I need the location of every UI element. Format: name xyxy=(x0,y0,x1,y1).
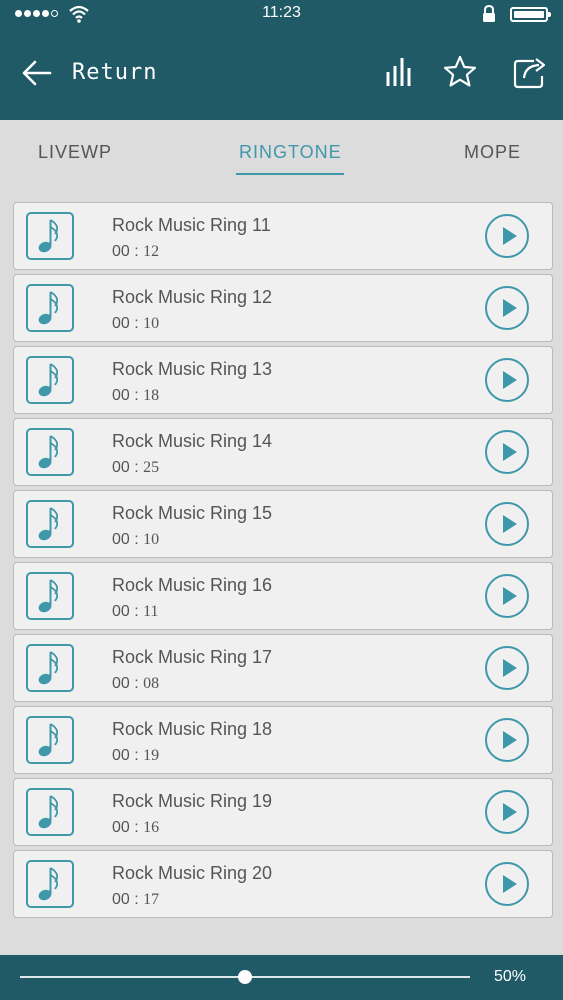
play-button[interactable] xyxy=(485,286,529,330)
duration-seconds: 16 xyxy=(143,819,160,836)
ringtone-title: Rock Music Ring 16 xyxy=(112,575,273,595)
list-item[interactable]: Rock Music Ring 19 00 : 16 xyxy=(13,778,553,846)
duration-minutes: 00 : xyxy=(112,675,139,692)
list-item[interactable]: Rock Music Ring 14 00 : 25 xyxy=(13,418,553,486)
play-icon xyxy=(503,731,517,749)
status-time: 11:23 xyxy=(262,4,301,21)
duration-seconds: 19 xyxy=(143,747,160,764)
ringtone-duration: 00 : 19 xyxy=(112,747,159,765)
duration-minutes: 00 : xyxy=(112,387,139,404)
duration-seconds: 11 xyxy=(143,603,159,620)
duration-minutes: 00 : xyxy=(112,243,139,260)
header-bar: 11:23 Return xyxy=(0,0,563,120)
play-icon xyxy=(503,803,517,821)
duration-seconds: 10 xyxy=(143,315,160,332)
music-note-icon xyxy=(26,284,74,332)
ringtone-title: Rock Music Ring 11 xyxy=(112,215,271,235)
ringtone-list: Rock Music Ring 11 00 : 12 Rock Music Ring… xyxy=(13,202,553,922)
ringtone-duration: 00 : 17 xyxy=(112,891,159,909)
music-note-icon xyxy=(26,644,74,692)
duration-minutes: 00 : xyxy=(112,603,139,620)
duration-minutes: 00 : xyxy=(112,459,139,476)
duration-minutes: 00 : xyxy=(112,747,139,764)
play-button[interactable] xyxy=(485,358,529,402)
music-note-icon xyxy=(26,572,74,620)
music-note-icon xyxy=(26,788,74,836)
duration-seconds: 12 xyxy=(143,243,160,260)
duration-minutes: 00 : xyxy=(112,819,139,836)
duration-minutes: 00 : xyxy=(112,891,139,908)
list-item[interactable]: Rock Music Ring 11 00 : 12 xyxy=(13,202,553,270)
tab-ringtone[interactable]: RINGTONE xyxy=(239,142,342,163)
play-button[interactable] xyxy=(485,790,529,834)
equalizer-icon[interactable] xyxy=(380,54,416,90)
ringtone-title: Rock Music Ring 20 xyxy=(112,863,273,883)
tab-mope[interactable]: MOPE xyxy=(464,142,521,163)
play-icon xyxy=(503,227,517,245)
music-note-icon xyxy=(26,860,74,908)
play-icon xyxy=(503,659,517,677)
ringtone-title: Rock Music Ring 19 xyxy=(112,791,273,811)
ringtone-duration: 00 : 11 xyxy=(112,603,159,621)
lock-icon xyxy=(483,5,495,22)
ringtone-duration: 00 : 12 xyxy=(112,243,159,261)
play-icon xyxy=(503,443,517,461)
duration-seconds: 08 xyxy=(143,675,160,692)
ringtone-title: Rock Music Ring 18 xyxy=(112,719,273,739)
ringtone-title: Rock Music Ring 17 xyxy=(112,647,273,667)
play-button[interactable] xyxy=(485,430,529,474)
back-arrow-icon[interactable] xyxy=(20,58,52,88)
music-note-icon xyxy=(26,500,74,548)
tab-livewp[interactable]: LIVEWP xyxy=(38,142,112,163)
ringtone-duration: 00 : 10 xyxy=(112,531,159,549)
play-button[interactable] xyxy=(485,862,529,906)
play-icon xyxy=(503,299,517,317)
tab-bar: LIVEWP RINGTONE MOPE xyxy=(0,120,563,194)
ringtone-duration: 00 : 16 xyxy=(112,819,159,837)
ringtone-duration: 00 : 25 xyxy=(112,459,159,477)
list-item[interactable]: Rock Music Ring 15 00 : 10 xyxy=(13,490,553,558)
ringtone-title: Rock Music Ring 12 xyxy=(112,287,273,307)
list-item[interactable]: Rock Music Ring 13 00 : 18 xyxy=(13,346,553,414)
ringtone-title: Rock Music Ring 13 xyxy=(112,359,273,379)
list-item[interactable]: Rock Music Ring 12 00 : 10 xyxy=(13,274,553,342)
ringtone-title: Rock Music Ring 14 xyxy=(112,431,273,451)
duration-seconds: 25 xyxy=(143,459,160,476)
status-bar: 11:23 xyxy=(0,0,563,28)
play-button[interactable] xyxy=(485,574,529,618)
play-button[interactable] xyxy=(485,502,529,546)
list-item[interactable]: Rock Music Ring 16 00 : 11 xyxy=(13,562,553,630)
list-item[interactable]: Rock Music Ring 18 00 : 19 xyxy=(13,706,553,774)
duration-seconds: 10 xyxy=(143,531,160,548)
duration-seconds: 17 xyxy=(143,891,160,908)
duration-minutes: 00 : xyxy=(112,315,139,332)
play-button[interactable] xyxy=(485,646,529,690)
battery-icon xyxy=(510,7,551,22)
play-button[interactable] xyxy=(485,214,529,258)
duration-minutes: 00 : xyxy=(112,531,139,548)
music-note-icon xyxy=(26,716,74,764)
music-note-icon xyxy=(26,212,74,260)
play-icon xyxy=(503,875,517,893)
play-button[interactable] xyxy=(485,718,529,762)
play-icon xyxy=(503,587,517,605)
list-item[interactable]: Rock Music Ring 17 00 : 08 xyxy=(13,634,553,702)
play-icon xyxy=(503,515,517,533)
volume-slider-knob[interactable] xyxy=(238,970,252,984)
ringtone-duration: 00 : 18 xyxy=(112,387,159,405)
music-note-icon xyxy=(26,356,74,404)
return-label[interactable]: Return xyxy=(72,60,157,85)
duration-seconds: 18 xyxy=(143,387,160,404)
volume-bar: 50% xyxy=(0,955,563,1000)
ringtone-title: Rock Music Ring 15 xyxy=(112,503,273,523)
share-icon[interactable] xyxy=(512,54,548,90)
star-icon[interactable] xyxy=(442,54,478,90)
ringtone-duration: 00 : 10 xyxy=(112,315,159,333)
music-note-icon xyxy=(26,428,74,476)
play-icon xyxy=(503,371,517,389)
list-item[interactable]: Rock Music Ring 20 00 : 17 xyxy=(13,850,553,918)
ringtone-duration: 00 : 08 xyxy=(112,675,159,693)
volume-percent: 50% xyxy=(494,968,527,985)
active-tab-indicator xyxy=(236,173,344,175)
